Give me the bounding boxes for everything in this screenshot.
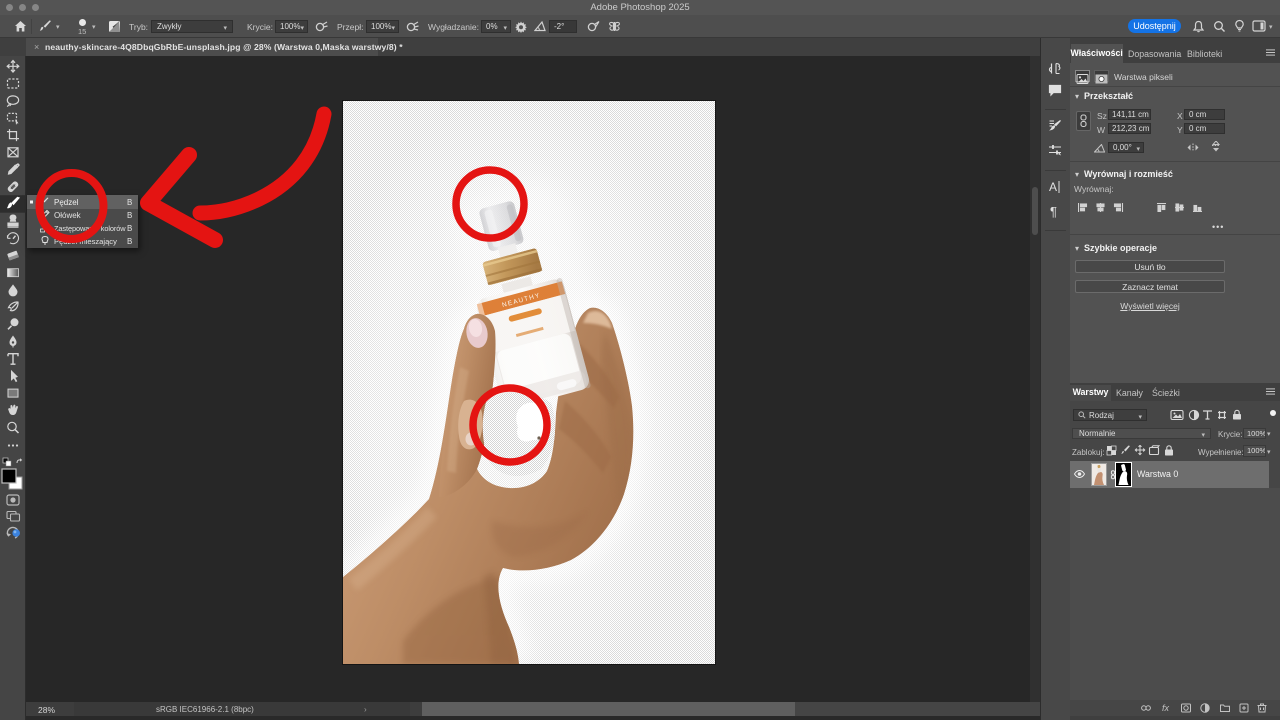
svg-text:A: A <box>1049 180 1057 194</box>
svg-text:¶: ¶ <box>1050 204 1057 219</box>
svg-text:fx: fx <box>1162 703 1170 713</box>
